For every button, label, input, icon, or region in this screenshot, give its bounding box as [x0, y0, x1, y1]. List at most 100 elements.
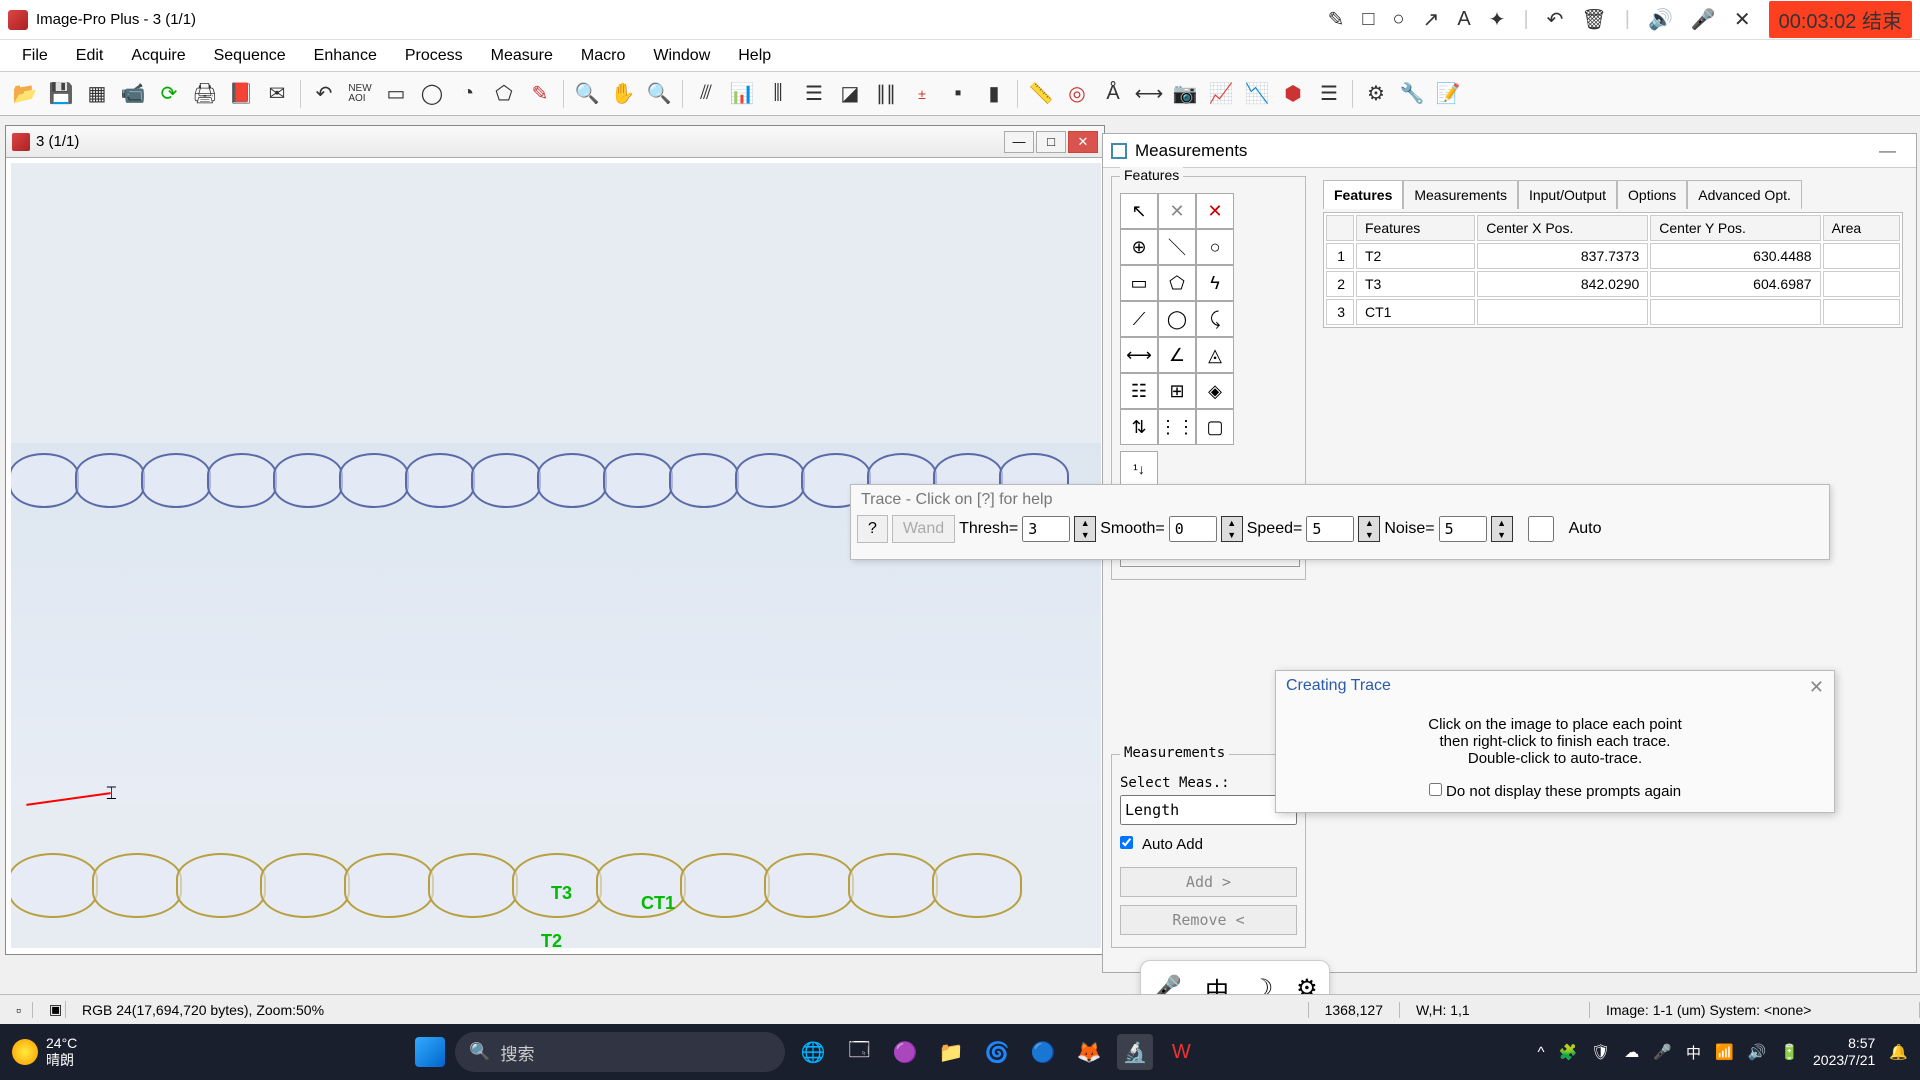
auto-check[interactable] — [1517, 516, 1565, 542]
scale-icon[interactable]: ⟷ — [1132, 77, 1166, 111]
battery-icon[interactable]: 🔋 — [1780, 1043, 1799, 1061]
freehand-icon[interactable]: ◔ — [451, 77, 485, 111]
sort-tool[interactable]: ⇅ — [1120, 409, 1158, 445]
menu-help[interactable]: Help — [724, 43, 785, 69]
plot-icon[interactable]: 📉 — [1240, 77, 1274, 111]
meas-min-button[interactable]: — — [1867, 141, 1908, 161]
trace-tool[interactable]: ϟ — [1196, 265, 1234, 301]
arrow-icon[interactable]: ↗ — [1423, 7, 1440, 32]
tab-measurements[interactable]: Measurements — [1403, 180, 1518, 209]
chart-icon[interactable]: ▪ — [941, 77, 975, 111]
record-timer[interactable]: 00:03:02 结束 — [1769, 1, 1912, 38]
speed-input[interactable] — [1306, 516, 1354, 542]
macro3-icon[interactable]: 📝 — [1431, 77, 1465, 111]
taskbar-search[interactable]: 🔍 搜索 — [455, 1032, 785, 1072]
noise-spin[interactable]: ▲▼ — [1491, 516, 1513, 542]
menu-edit[interactable]: Edit — [62, 43, 118, 69]
onebyone-tool[interactable]: ¹↓ — [1120, 451, 1158, 487]
speaker-icon[interactable]: 🔊 — [1648, 7, 1673, 32]
minimize-button[interactable]: — — [1004, 131, 1034, 153]
volume-icon[interactable]: 🔊 — [1748, 1043, 1767, 1061]
tab-options[interactable]: Options — [1617, 180, 1687, 209]
wand-icon[interactable]: ✦ — [1489, 7, 1506, 32]
remove-button[interactable]: Remove < — [1120, 905, 1297, 935]
grid-icon[interactable]: ▦ — [80, 77, 114, 111]
cloud-icon[interactable]: ☁ — [1624, 1043, 1639, 1061]
delete-all-tool[interactable]: ✕ — [1196, 193, 1234, 229]
point-tool[interactable]: ⊕ — [1120, 229, 1158, 265]
close-rec-icon[interactable]: ✕ — [1734, 7, 1751, 32]
tab-io[interactable]: Input/Output — [1518, 180, 1617, 209]
gray-icon[interactable]: ▮ — [977, 77, 1011, 111]
chevron-up-icon[interactable]: ^ — [1537, 1044, 1544, 1061]
arc-tool[interactable]: ◯ — [1158, 301, 1196, 337]
save-icon[interactable]: 💾 — [44, 77, 78, 111]
bars-icon[interactable]: ∥∥ — [869, 77, 903, 111]
plusminus-icon[interactable]: ± — [905, 77, 939, 111]
rect-icon[interactable]: ▭ — [379, 77, 413, 111]
line-tool[interactable]: ＼ — [1158, 229, 1196, 265]
stack-icon[interactable]: ☰ — [797, 77, 831, 111]
caliper-icon[interactable]: Å — [1096, 77, 1130, 111]
bestfit-tool[interactable]: ◬ — [1196, 337, 1234, 373]
grid-tool[interactable]: ⋮⋮ — [1158, 409, 1196, 445]
task-icon[interactable]: 🌐 — [795, 1034, 831, 1070]
ime-icon[interactable]: 中 — [1686, 1042, 1701, 1063]
menu-file[interactable]: File — [8, 43, 62, 69]
speed-spin[interactable]: ▲▼ — [1358, 516, 1380, 542]
macro2-icon[interactable]: 🔧 — [1395, 77, 1429, 111]
thresh-input[interactable] — [1022, 516, 1070, 542]
text-icon[interactable]: A — [1457, 8, 1470, 31]
cube-icon[interactable]: ⬢ — [1276, 77, 1310, 111]
ctrace-close[interactable]: ✕ — [1809, 677, 1824, 698]
reload-icon[interactable]: ⟳ — [152, 77, 186, 111]
zoomfit-icon[interactable]: 🔍 — [642, 77, 676, 111]
list-icon[interactable]: ☰ — [1312, 77, 1346, 111]
menu-enhance[interactable]: Enhance — [300, 43, 391, 69]
target-icon[interactable]: ◎ — [1060, 77, 1094, 111]
trace-help-button[interactable]: ? — [857, 515, 888, 543]
notif-icon[interactable]: 🔔 — [1889, 1043, 1908, 1061]
hdist-tool[interactable]: ⟷ — [1120, 337, 1158, 373]
snap-icon[interactable]: 📷 — [1168, 77, 1202, 111]
region-tool[interactable]: ▢ — [1196, 409, 1234, 445]
circle-icon[interactable]: ○ — [1392, 8, 1404, 31]
graph-icon[interactable]: 📈 — [1204, 77, 1238, 111]
noise-input[interactable] — [1439, 516, 1487, 542]
curve-tool[interactable]: ⤹ — [1196, 301, 1234, 337]
ruler-icon[interactable]: 📏 — [1024, 77, 1058, 111]
count-tool[interactable]: ☷ — [1120, 373, 1158, 409]
close-button[interactable]: ✕ — [1068, 131, 1098, 153]
contrast-icon[interactable]: ◪ — [833, 77, 867, 111]
tray-icon[interactable]: 🛡 — [1591, 1043, 1610, 1061]
col-area[interactable]: Area — [1823, 215, 1900, 241]
polygon-icon[interactable]: ⬠ — [487, 77, 521, 111]
camera-icon[interactable]: 📹 — [116, 77, 150, 111]
autoadd-check[interactable] — [1120, 836, 1133, 849]
menu-acquire[interactable]: Acquire — [117, 43, 199, 69]
undo-icon[interactable]: ↶ — [1547, 7, 1564, 32]
circle-tool[interactable]: ○ — [1196, 229, 1234, 265]
smooth-spin[interactable]: ▲▼ — [1221, 516, 1243, 542]
task-icon[interactable]: 🔵 — [1025, 1034, 1061, 1070]
pan-icon[interactable]: ✋ — [606, 77, 640, 111]
explorer-icon[interactable]: 📁 — [933, 1034, 969, 1070]
start-button[interactable] — [415, 1037, 445, 1067]
undo2-icon[interactable]: ↶ — [307, 77, 341, 111]
select-meas[interactable]: Length — [1120, 795, 1297, 825]
features-table[interactable]: Features Center X Pos. Center Y Pos. Are… — [1323, 212, 1903, 328]
wps-icon[interactable]: W — [1163, 1034, 1199, 1070]
histogram-icon[interactable]: 📊 — [725, 77, 759, 111]
tray-icon[interactable]: 🧩 — [1559, 1043, 1578, 1061]
book-icon[interactable]: 📕 — [224, 77, 258, 111]
tab-features[interactable]: Features — [1323, 180, 1403, 209]
add-button[interactable]: Add > — [1120, 867, 1297, 897]
col-features[interactable]: Features — [1356, 215, 1475, 241]
systray[interactable]: ^ 🧩 🛡 ☁ 🎤 中 📶 🔊 🔋 8:572023/7/21 🔔 — [1537, 1035, 1908, 1069]
ellipse-icon[interactable]: ◯ — [415, 77, 449, 111]
wand2-icon[interactable]: ✎ — [523, 77, 557, 111]
macro1-icon[interactable]: ⚙ — [1359, 77, 1393, 111]
menu-macro[interactable]: Macro — [567, 43, 639, 69]
rect-tool[interactable]: ▭ — [1120, 265, 1158, 301]
firefox-icon[interactable]: 🦊 — [1071, 1034, 1107, 1070]
